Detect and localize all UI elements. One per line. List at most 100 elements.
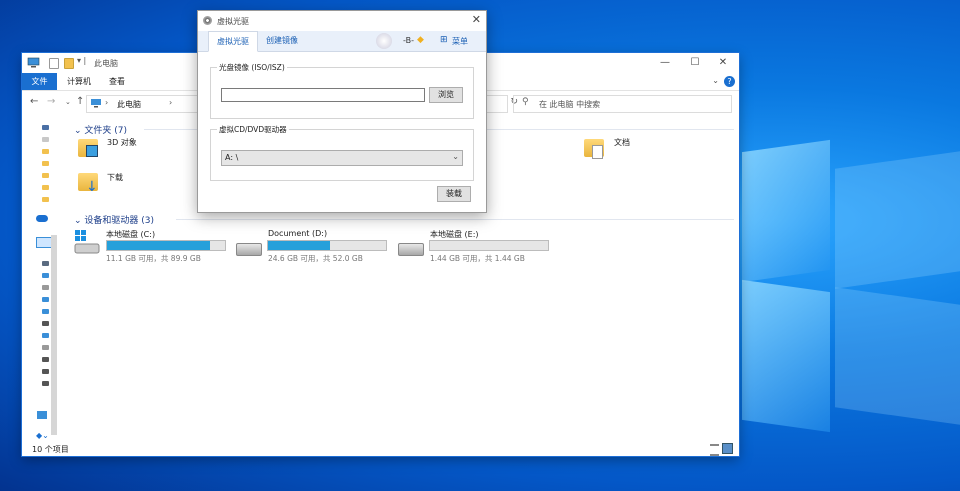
mount-button[interactable]: 装载 — [437, 186, 471, 202]
nav-item-icon[interactable] — [42, 137, 49, 142]
minimize-button[interactable]: — — [650, 53, 680, 73]
nav-scroll-icon[interactable]: ◆⌄ — [36, 431, 49, 440]
drive-usage-fill — [107, 241, 211, 250]
folders-header-label: 文件夹 (7) — [84, 126, 128, 136]
tab-file[interactable]: 文件 — [22, 73, 57, 90]
nav-item-icon[interactable] — [42, 357, 49, 362]
nav-item-icon[interactable] — [42, 261, 49, 266]
window-title: 此电脑 — [94, 59, 118, 68]
drive-usage-bar — [429, 240, 549, 251]
windows-logo-pane — [742, 139, 830, 283]
nav-item-icon[interactable] — [42, 285, 49, 290]
nav-item-icon[interactable] — [42, 273, 49, 278]
nav-item-icon[interactable] — [42, 125, 49, 130]
iso-image-group: 光盘镜像 (ISO/ISZ) 浏览 — [210, 62, 474, 119]
breadcrumb-chevron-icon[interactable]: › — [105, 98, 108, 107]
folder-label: 文档 — [614, 138, 630, 147]
network-icon[interactable] — [37, 411, 47, 419]
close-button[interactable]: ✕ — [708, 53, 738, 73]
nav-item-icon[interactable] — [42, 333, 49, 338]
drive-usage-bar — [267, 240, 387, 251]
tab-create-image[interactable]: 创建镜像 — [264, 31, 300, 51]
browse-button[interactable]: 浏览 — [429, 87, 463, 103]
drive-name: Document (D:) — [268, 229, 328, 238]
dialog-close-icon[interactable]: ✕ — [472, 13, 481, 26]
light-beam — [835, 151, 960, 289]
drive-letter-select[interactable]: A: \ ⌄ — [221, 150, 463, 166]
up-arrow-icon[interactable]: ↑ — [76, 96, 84, 107]
iso-group-label: 光盘镜像 (ISO/ISZ) — [217, 62, 287, 73]
windows-logo-pane — [742, 279, 830, 433]
windows-drive-icon — [74, 230, 100, 254]
avatar[interactable] — [376, 33, 392, 49]
forward-arrow-icon[interactable]: → — [47, 96, 55, 107]
search-input[interactable]: 在 此电脑 中搜索 — [539, 99, 600, 110]
large-icons-view-icon[interactable] — [722, 443, 733, 454]
drive-usage-fill — [268, 241, 331, 250]
drives-section-header[interactable]: ⌄ 设备和驱动器 (3) — [74, 213, 154, 226]
breadcrumb-chevron-icon[interactable]: › — [169, 98, 172, 107]
status-item-count: 10 个项目 — [32, 445, 69, 454]
nav-item-icon[interactable] — [42, 173, 49, 178]
nav-item-icon[interactable] — [42, 345, 49, 350]
user-label[interactable]: -B- — [403, 36, 414, 45]
document-page-icon — [592, 145, 603, 159]
nav-item-icon[interactable] — [42, 309, 49, 314]
new-folder-icon[interactable] — [64, 58, 74, 69]
details-view-icon[interactable] — [710, 444, 719, 456]
drive-letter-value: A: \ — [225, 153, 239, 162]
breadcrumb[interactable]: 此电脑 — [117, 99, 141, 110]
drive-name: 本地磁盘 (C:) — [106, 230, 156, 239]
menu-grid-icon[interactable]: ⊞ — [440, 35, 448, 45]
dialog-tabs: 虚拟光驱 创建镜像 -B- ◆ ⊞ 菜单 — [198, 31, 486, 52]
section-divider — [176, 219, 734, 220]
chevron-down-icon: ⌄ — [452, 152, 459, 161]
drive-info: 24.6 GB 可用，共 52.0 GB — [268, 254, 363, 263]
quick-access-chevron-icon[interactable]: ▾ | — [77, 56, 86, 65]
status-bar: 10 个项目 — [22, 441, 739, 456]
drive-info: 11.1 GB 可用，共 89.9 GB — [106, 254, 201, 263]
folder-label: 3D 对象 — [107, 138, 137, 147]
dialog-title-bar[interactable]: 虚拟光驱 ✕ — [198, 11, 486, 31]
help-icon[interactable]: ? — [724, 76, 735, 87]
virtual-drive-dialog[interactable]: 虚拟光驱 ✕ 虚拟光驱 创建镜像 -B- ◆ ⊞ 菜单 光盘镜像 (ISO/IS… — [197, 10, 487, 213]
tab-view[interactable]: 查看 — [109, 73, 125, 90]
nav-item-icon[interactable] — [42, 197, 49, 202]
nav-item-icon[interactable] — [42, 297, 49, 302]
computer-icon — [27, 57, 40, 68]
drive-group-label: 虚拟CD/DVD驱动器 — [217, 124, 289, 135]
search-icon: ⚲ — [522, 97, 529, 107]
nav-scrollbar[interactable] — [51, 235, 57, 435]
nav-item-icon[interactable] — [42, 369, 49, 374]
this-pc-nav-icon[interactable] — [36, 237, 52, 248]
navigation-pane[interactable]: ◆⌄ — [22, 115, 60, 441]
tab-computer[interactable]: 计算机 — [67, 73, 91, 90]
folder-label: 下载 — [107, 173, 123, 182]
recent-chevron-icon[interactable]: ⌄ — [65, 98, 71, 106]
nav-item-icon[interactable] — [42, 161, 49, 166]
dialog-title: 虚拟光驱 — [217, 17, 249, 26]
search-box[interactable]: ⚲ 在 此电脑 中搜索 — [513, 95, 732, 113]
drive-name: 本地磁盘 (E:) — [430, 230, 479, 239]
nav-item-icon[interactable] — [42, 185, 49, 190]
menu-label[interactable]: 菜单 — [452, 36, 468, 47]
tab-virtual-drive[interactable]: 虚拟光驱 — [208, 31, 258, 52]
drive-usage-bar — [106, 240, 226, 251]
maximize-button[interactable]: ☐ — [680, 53, 710, 73]
disc-app-icon — [203, 16, 212, 25]
nav-item-icon[interactable] — [42, 149, 49, 154]
nav-item-icon[interactable] — [42, 381, 49, 386]
onedrive-icon[interactable] — [36, 215, 48, 222]
folders-section-header[interactable]: ⌄ 文件夹 (7) — [74, 123, 127, 136]
properties-icon[interactable] — [49, 58, 59, 69]
computer-icon — [91, 99, 101, 108]
drive-info: 1.44 GB 可用，共 1.44 GB — [430, 254, 525, 263]
light-beam — [835, 287, 960, 425]
desktop: ▾ | 此电脑 — ☐ ✕ 文件 计算机 查看 ⌄ ? ← → ⌄ ↑ › 此电… — [0, 0, 960, 491]
nav-item-icon[interactable] — [42, 321, 49, 326]
ribbon-expand-icon[interactable]: ⌄ — [712, 76, 719, 85]
vip-diamond-icon[interactable]: ◆ — [417, 35, 424, 45]
download-arrow-icon: ↓ — [86, 179, 98, 195]
iso-path-input[interactable] — [221, 88, 425, 102]
back-arrow-icon[interactable]: ← — [30, 96, 38, 107]
